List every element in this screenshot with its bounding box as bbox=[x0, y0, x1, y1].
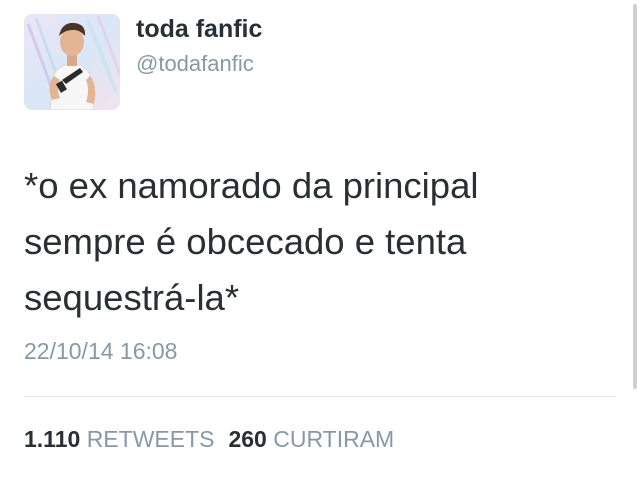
divider bbox=[24, 396, 616, 397]
tweet-timestamp[interactable]: 22/10/14 16:08 bbox=[24, 338, 177, 365]
tweet-text-line: *o ex namorado da principal bbox=[24, 165, 479, 206]
tweet-text-line: sempre é obcecado e tenta bbox=[24, 221, 467, 262]
retweets-count: 1.110 bbox=[24, 426, 81, 452]
tweet-text: *o ex namorado da principal sempre é obc… bbox=[24, 158, 614, 326]
scrollbar[interactable] bbox=[633, 4, 637, 389]
tweet-text-line: sequestrá-la* bbox=[24, 277, 240, 318]
retweets-label: RETWEETS bbox=[86, 426, 215, 452]
tweet-stats: 1.110 RETWEETS 260 CURTIRAM bbox=[24, 426, 394, 453]
user-handle[interactable]: @todafanfic bbox=[136, 51, 254, 77]
likes-stat[interactable]: 260 CURTIRAM bbox=[228, 426, 394, 452]
tweet-card: toda fanfic @todafanfic *o ex namorado d… bbox=[0, 0, 640, 477]
likes-count: 260 bbox=[228, 426, 267, 452]
display-name[interactable]: toda fanfic bbox=[136, 15, 262, 44]
avatar[interactable] bbox=[24, 14, 120, 110]
avatar-photo-icon bbox=[24, 14, 120, 110]
likes-label: CURTIRAM bbox=[273, 426, 395, 452]
retweets-stat[interactable]: 1.110 RETWEETS bbox=[24, 426, 214, 452]
